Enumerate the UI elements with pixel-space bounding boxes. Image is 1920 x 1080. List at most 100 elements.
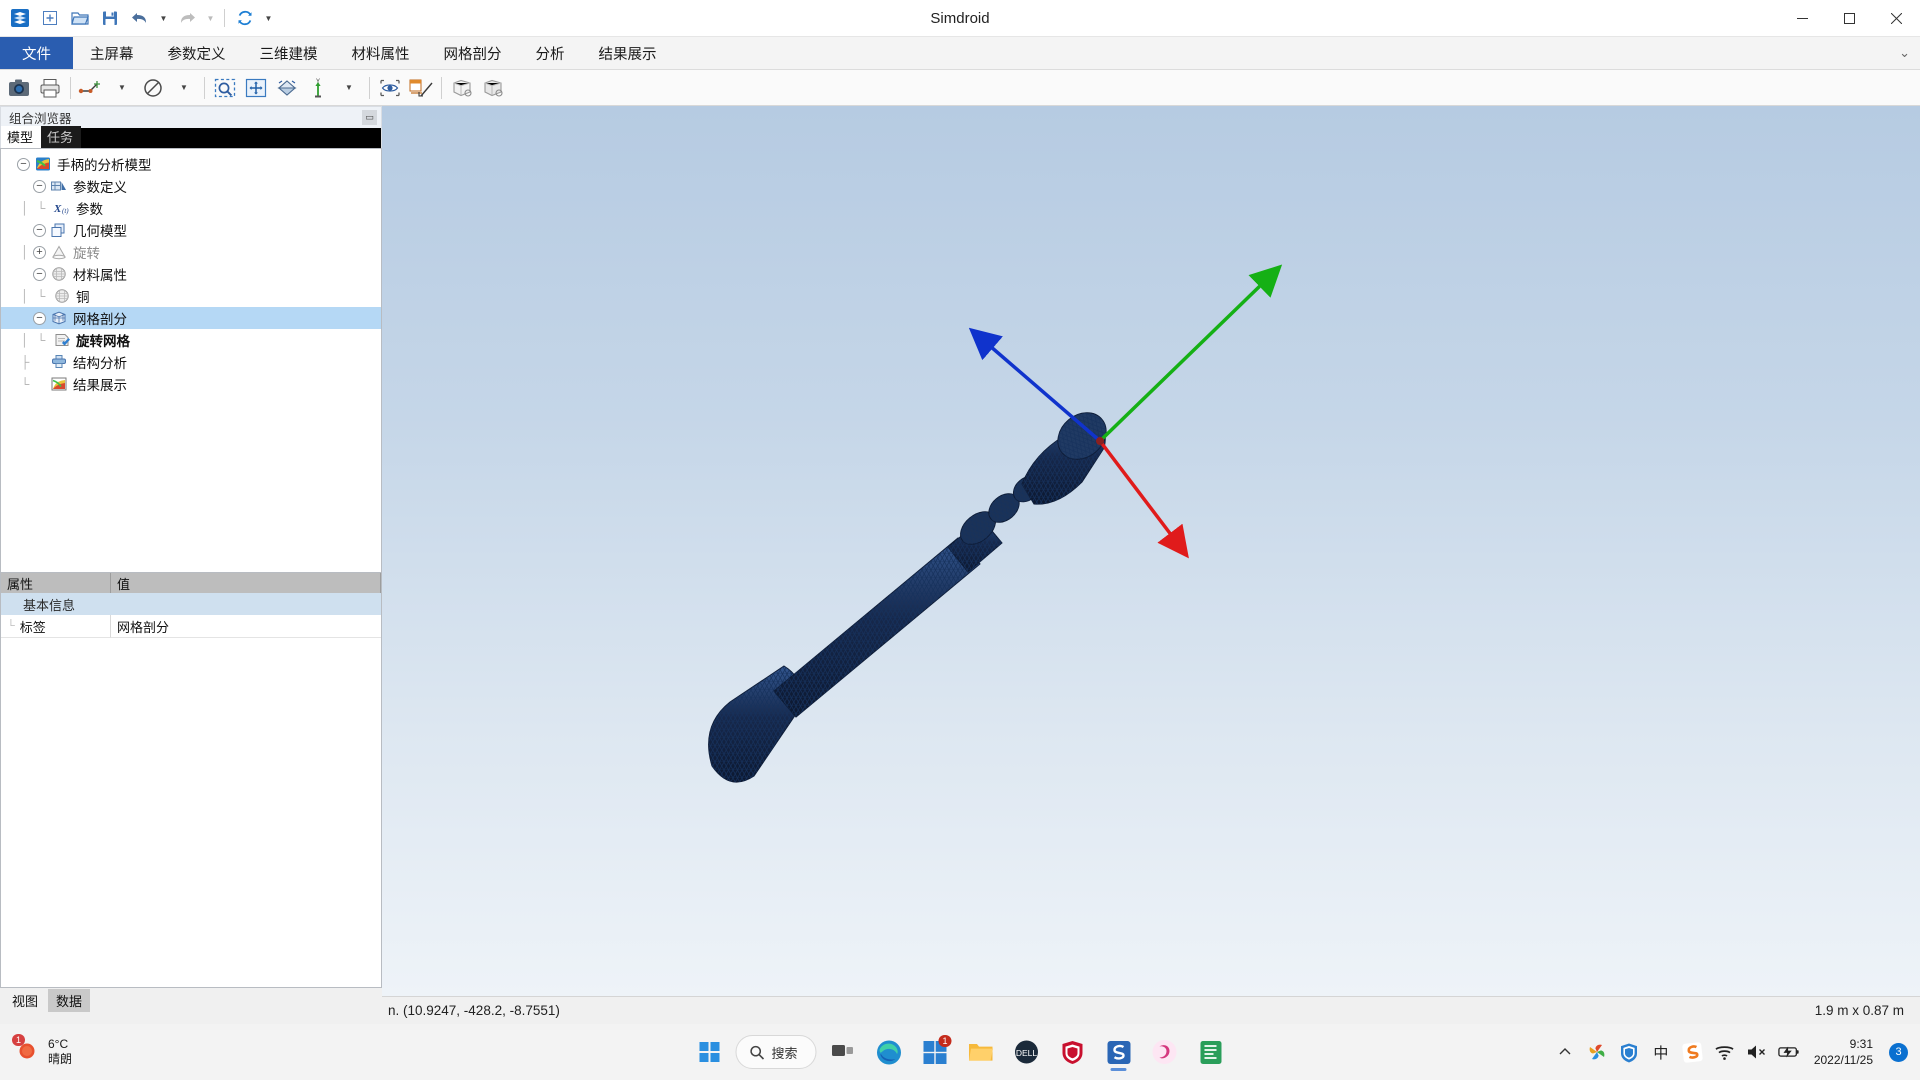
customize-icon[interactable]: ▼ [261,4,276,32]
mcafee-icon[interactable] [1053,1032,1093,1072]
new-icon[interactable] [36,4,64,32]
tree-item-parameter-definition[interactable]: − 参数定义 [1,175,381,197]
properties-row-label[interactable]: └ 标签 网格剖分 [1,615,381,638]
ribbon-collapse-icon[interactable]: ⌄ [1899,45,1910,61]
volume-muted-icon[interactable] [1746,1041,1768,1063]
bottom-tab-view[interactable]: 视图 [4,989,46,1012]
tree-item-label: 铜 [76,290,90,305]
tree-item-copper[interactable]: │ └ 铜 [1,285,381,307]
battery-icon[interactable] [1778,1041,1800,1063]
tree-toggle-plus-icon[interactable]: + [33,245,46,259]
refresh-icon[interactable] [231,4,259,32]
properties-header-value: 值 [111,573,381,593]
taskbar-center-icons: 搜索 1 DELL [689,1032,1230,1072]
ribbon-tab-mesh[interactable]: 网格剖分 [427,37,519,69]
ribbon-tab-parameters[interactable]: 参数定义 [151,37,243,69]
quick-access-separator [224,9,225,27]
task-view-button[interactable] [823,1032,863,1072]
ribbon-tab-results[interactable]: 结果展示 [582,37,674,69]
undo-icon[interactable] [126,4,154,32]
undo-dropdown-icon[interactable]: ▼ [156,4,171,32]
ribbon-tab-material[interactable]: 材料属性 [335,37,427,69]
section-icon[interactable] [138,73,168,103]
model-tree: − 手柄的分析模型 − 参数定义 │ └ X (t) 参数 − 几何模型 │ +… [0,148,382,573]
notification-badge[interactable]: 3 [1889,1042,1908,1062]
ribbon-tab-file[interactable]: 文件 [0,37,73,69]
view-orient-icon[interactable] [272,73,302,103]
tree-toggle-minus-icon[interactable]: − [17,157,30,171]
wifi-icon[interactable] [1714,1041,1736,1063]
measure-icon[interactable] [76,73,106,103]
eye-visibility-icon[interactable] [375,73,405,103]
weather-icon: 1 [12,1033,40,1068]
save-icon[interactable] [96,4,124,32]
snapshot-icon[interactable] [4,73,34,103]
fit-view-icon[interactable] [241,73,271,103]
panel-float-button[interactable]: ▭ [362,110,377,125]
show-hidden-icons-button[interactable] [1554,1041,1576,1063]
panel-tab-task[interactable]: 任务 [41,126,82,148]
tree-item-parameters[interactable]: │ └ X (t) 参数 [1,197,381,219]
search-box[interactable]: 搜索 [735,1035,817,1069]
simdroid-taskbar-icon[interactable] [1099,1032,1139,1072]
start-button[interactable] [689,1032,729,1072]
bottom-tab-data[interactable]: 数据 [48,988,91,1012]
measure-dropdown-icon[interactable]: ▼ [107,73,137,103]
viewport-canvas[interactable] [382,106,1920,996]
maximize-button[interactable] [1826,0,1873,37]
sogou-icon[interactable] [1682,1041,1704,1063]
geometry-model-icon [50,222,68,238]
tree-indent: │ [21,289,29,303]
mesh-icon [50,310,68,326]
tree-item-material-properties[interactable]: − 材料属性 [1,263,381,285]
tree-toggle-minus-icon[interactable]: − [33,311,46,325]
body-view-icon[interactable] [447,73,477,103]
print-icon[interactable] [35,73,65,103]
file-explorer-icon[interactable] [961,1032,1001,1072]
minimize-button[interactable] [1779,0,1826,37]
tree-item-analysis-model[interactable]: − 手柄的分析模型 [1,153,381,175]
tree-item-mesh[interactable]: − 网格剖分 [1,307,381,329]
weather-widget[interactable]: 1 6°C 晴朗 [0,1033,72,1068]
select-region-icon[interactable] [210,73,240,103]
left-dock-panel: 组合浏览器 ▭ 模型 任务 − 手柄的分析模型 − 参数定义 │ └ X (t)… [0,106,382,1012]
properties-cell-value[interactable]: 网格剖分 [111,615,381,638]
tree-item-results[interactable]: └ 结果展示 [1,373,381,395]
status-bar: n. (10.9247, -428.2, -8.7551) 1.9 m x 0.… [382,996,1920,1024]
3d-viewport[interactable]: ↑2K/s ↓12.5K/s 52% [382,106,1920,996]
teams-icon[interactable] [1145,1032,1185,1072]
close-button[interactable] [1873,0,1920,37]
pinwheel-icon[interactable] [1586,1041,1608,1063]
panel-tab-model[interactable]: 模型 [1,126,42,148]
ribbon-tab-analysis[interactable]: 分析 [519,37,582,69]
ribbon-tab-3d-modeling[interactable]: 三维建模 [243,37,335,69]
edge-browser-icon[interactable] [869,1032,909,1072]
axis-icon[interactable]: Y [303,73,333,103]
shield-security-icon[interactable] [1618,1041,1640,1063]
axis-x-arrow [1098,439,1189,559]
ribbon-tab-home[interactable]: 主屏幕 [73,37,151,69]
tree-toggle-minus-icon[interactable]: − [33,223,46,237]
handle-mesh-model [708,412,1107,783]
app-logo-icon[interactable] [6,4,34,32]
solid-view-icon[interactable] [478,73,508,103]
ime-icon[interactable]: 中 [1650,1041,1672,1063]
ime-label: 中 [1653,1044,1669,1062]
section-dropdown-icon[interactable]: ▼ [169,73,199,103]
tree-item-revolve[interactable]: │ + 旋转 [1,241,381,263]
legend-icon[interactable] [406,73,436,103]
tree-toggle-minus-icon[interactable]: − [33,267,46,281]
dell-icon[interactable]: DELL [1007,1032,1047,1072]
axis-dropdown-icon[interactable]: ▼ [334,73,364,103]
microsoft-store-icon[interactable]: 1 [915,1032,955,1072]
open-icon[interactable] [66,4,94,32]
axis-origin [1096,437,1104,445]
redo-icon[interactable] [173,4,201,32]
tree-item-geometry-model[interactable]: − 几何模型 [1,219,381,241]
redo-dropdown-icon[interactable]: ▼ [203,4,218,32]
tree-toggle-minus-icon[interactable]: − [33,179,46,193]
tree-item-structural-analysis[interactable]: ├ 结构分析 [1,351,381,373]
tree-item-revolve-mesh[interactable]: │ └ 旋转网格 [1,329,381,351]
taskbar-clock[interactable]: 9:31 2022/11/25 [1814,1036,1873,1068]
wps-icon[interactable] [1191,1032,1231,1072]
